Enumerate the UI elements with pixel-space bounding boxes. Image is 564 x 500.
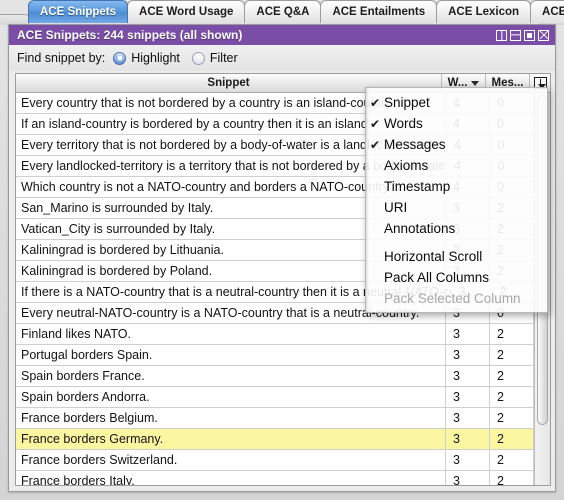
find-mode-radio-group: Highlight Filter (113, 51, 238, 65)
cell-messages: 2 (490, 324, 534, 344)
radio-filter-icon[interactable] (191, 51, 205, 65)
radio-option-highlight[interactable]: Highlight (113, 51, 180, 65)
menu-item-label: Timestamp (384, 179, 451, 194)
menu-item-annotations[interactable]: Annotations (366, 218, 547, 239)
cell-snippet: France borders Italy. (16, 471, 446, 485)
cell-words: 3 (446, 387, 490, 407)
menu-item-horizontal-scroll[interactable]: Horizontal Scroll (366, 246, 547, 267)
cell-snippet: Portugal borders Spain. (16, 345, 446, 365)
cell-snippet: France borders Germany. (16, 429, 446, 449)
tab-label: ACE Text (542, 6, 564, 18)
menu-item-label: URI (384, 200, 408, 215)
cell-messages: 2 (490, 387, 534, 407)
menu-item-label: Messages (384, 137, 446, 152)
table-row[interactable]: Spain borders France. 3 2 (16, 366, 534, 387)
cell-snippet: France borders Belgium. (16, 408, 446, 428)
tab-label: ACE Lexicon (448, 6, 520, 18)
tab-ace-qa[interactable]: ACE Q&A (244, 0, 322, 23)
menu-item-label: Axioms (384, 158, 429, 173)
tab-label: ACE Entailments (332, 6, 426, 18)
window-title: ACE Snippets: 244 snippets (all shown) (17, 28, 243, 42)
minimize-icon[interactable] (510, 29, 521, 41)
cell-snippet: Finland likes NATO. (16, 324, 446, 344)
close-icon[interactable] (538, 29, 549, 41)
split-view-icon[interactable] (496, 29, 507, 41)
table-row[interactable]: France borders Switzerland. 3 2 (16, 450, 534, 471)
menu-item-uri[interactable]: URI (366, 197, 547, 218)
tab-ace-lexicon[interactable]: ACE Lexicon (436, 0, 532, 23)
menu-item-axioms[interactable]: Axioms (366, 155, 547, 176)
tab-ace-text[interactable]: ACE Text (530, 0, 564, 23)
sort-descending-icon (471, 80, 480, 86)
table-row[interactable]: Spain borders Andorra. 3 2 (16, 387, 534, 408)
menu-item-label: Pack Selected Column (384, 291, 521, 306)
cell-words: 3 (446, 345, 490, 365)
cell-words: 3 (446, 366, 490, 386)
tab-ace-snippets[interactable]: ACE Snippets (28, 0, 129, 23)
table-row[interactable]: France borders Germany. 3 2 (16, 429, 534, 450)
tab-label: ACE Q&A (256, 6, 310, 18)
radio-highlight-icon[interactable] (113, 51, 127, 65)
cell-snippet: Spain borders France. (16, 366, 446, 386)
tab-bar: ACE Snippets ACE Word Usage ACE Q&A ACE … (0, 0, 564, 26)
menu-item-pack-selected-column: Pack Selected Column (366, 288, 547, 309)
radio-highlight-label: Highlight (131, 51, 180, 65)
app-root: ACE Snippets ACE Word Usage ACE Q&A ACE … (0, 0, 564, 500)
radio-option-filter[interactable]: Filter (191, 51, 238, 65)
tab-label: ACE Snippets (40, 6, 117, 18)
menu-item-pack-all-columns[interactable]: Pack All Columns (366, 267, 547, 288)
tab-ace-word-usage[interactable]: ACE Word Usage (127, 0, 246, 23)
cell-messages: 2 (490, 408, 534, 428)
find-snippet-bar: Find snippet by: Highlight Filter (9, 45, 555, 71)
check-icon: ✔ (370, 116, 381, 131)
window-controls (496, 29, 549, 41)
menu-item-label: Snippet (384, 95, 430, 110)
check-icon: ✔ (370, 137, 381, 152)
scrollbar-buttons (535, 481, 550, 485)
table-row[interactable]: France borders Italy. 3 2 (16, 471, 534, 485)
cell-messages: 2 (490, 345, 534, 365)
cell-words: 3 (446, 408, 490, 428)
find-snippet-label: Find snippet by: (17, 51, 106, 65)
cell-messages: 2 (490, 366, 534, 386)
cell-words: 3 (446, 471, 490, 485)
cell-snippet: Spain borders Andorra. (16, 387, 446, 407)
table-row[interactable]: Finland likes NATO. 3 2 (16, 324, 534, 345)
menu-separator (366, 239, 547, 246)
cell-messages: 2 (490, 450, 534, 470)
cell-messages: 2 (490, 429, 534, 449)
menu-item-label: Pack All Columns (384, 270, 490, 285)
column-options-menu[interactable]: ✔ Snippet ✔ Words ✔ Messages Axioms Timestamp UR… (365, 87, 548, 313)
cell-messages: 2 (490, 471, 534, 485)
menu-item-timestamp[interactable]: Timestamp (366, 176, 547, 197)
check-icon: ✔ (370, 95, 381, 110)
cell-words: 3 (446, 429, 490, 449)
window-title-bar: ACE Snippets: 244 snippets (all shown) (9, 25, 555, 45)
table-row[interactable]: France borders Belgium. 3 2 (16, 408, 534, 429)
tab-label: ACE Word Usage (139, 6, 234, 18)
menu-item-snippet[interactable]: ✔ Snippet (366, 92, 547, 113)
menu-item-messages[interactable]: ✔ Messages (366, 134, 547, 155)
column-header-label: Snippet (207, 77, 250, 89)
menu-item-label: Annotations (384, 221, 456, 236)
cell-words: 3 (446, 450, 490, 470)
menu-item-label: Words (384, 116, 423, 131)
cell-words: 3 (446, 324, 490, 344)
menu-item-words[interactable]: ✔ Words (366, 113, 547, 134)
menu-item-label: Horizontal Scroll (384, 249, 483, 264)
cell-snippet: France borders Switzerland. (16, 450, 446, 470)
maximize-icon[interactable] (524, 29, 535, 41)
table-row[interactable]: Portugal borders Spain. 3 2 (16, 345, 534, 366)
tab-ace-entailments[interactable]: ACE Entailments (320, 0, 438, 23)
radio-filter-label: Filter (209, 51, 238, 65)
